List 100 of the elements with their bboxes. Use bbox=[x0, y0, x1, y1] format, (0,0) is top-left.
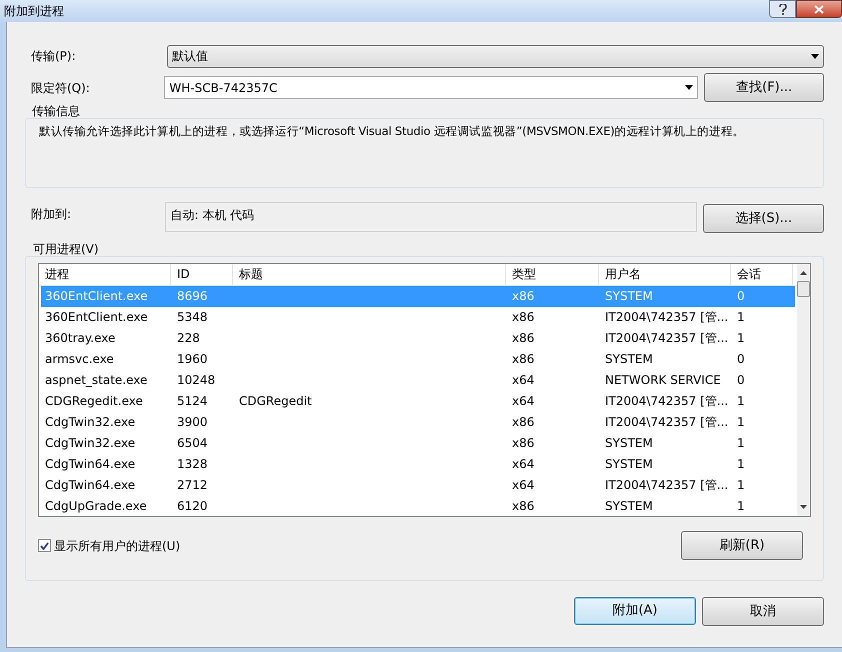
table-cell: x64 bbox=[512, 456, 534, 471]
refresh-button[interactable]: 刷新(R) bbox=[681, 531, 803, 560]
table-cell: 6120 bbox=[177, 498, 208, 513]
table-cell: CDGRegedit bbox=[239, 394, 312, 408]
scroll-down-icon[interactable] bbox=[800, 505, 807, 509]
table-cell: 1 bbox=[737, 436, 745, 450]
table-cell: CDGRegedit.exe bbox=[45, 394, 143, 408]
table-cell: 8696 bbox=[177, 289, 208, 304]
table-cell: x86 bbox=[512, 498, 534, 513]
table-cell: x64 bbox=[512, 478, 534, 492]
table-cell: SYSTEM bbox=[605, 436, 653, 450]
process-row[interactable]: 360tray.exe 228 x86 IT2004\742357 [管... 1 bbox=[41, 328, 795, 349]
process-row[interactable]: aspnet_state.exe 10248 x64 NETWORK SERVICE 0 bbox=[41, 370, 795, 391]
table-cell: armsvc.exe bbox=[45, 352, 114, 366]
process-row[interactable]: CdgTwin32.exe 3900 x86 IT2004\742357 [管... 1 bbox=[41, 411, 795, 432]
table-cell: SYSTEM bbox=[605, 352, 653, 366]
table-cell: 0 bbox=[737, 352, 745, 366]
help-icon bbox=[778, 4, 786, 14]
find-button[interactable]: 查找(F)... bbox=[704, 73, 824, 102]
cancel-button[interactable]: 取消 bbox=[702, 597, 824, 626]
column-header[interactable]: 进程 bbox=[39, 264, 171, 285]
table-cell: IT2004\742357 [管... bbox=[605, 394, 728, 408]
scrollbar[interactable] bbox=[797, 264, 810, 516]
process-row[interactable]: CdgUpGrade.exe 6120 x86 SYSTEM 1 bbox=[41, 495, 795, 516]
table-cell: x86 bbox=[512, 289, 534, 304]
table-cell: IT2004\742357 [管... bbox=[605, 310, 728, 324]
table-cell: 10248 bbox=[177, 373, 216, 388]
table-cell: 360EntClient.exe bbox=[45, 289, 148, 304]
close-icon bbox=[814, 4, 824, 14]
table-cell: SYSTEM bbox=[605, 456, 653, 471]
table-cell: 1 bbox=[737, 456, 745, 471]
dropdown-caret-icon bbox=[811, 54, 819, 58]
table-cell: SYSTEM bbox=[605, 498, 653, 513]
process-row[interactable]: CdgTwin32.exe 6504 x86 SYSTEM 1 bbox=[41, 432, 795, 454]
field-label: 附加到: bbox=[30, 206, 72, 223]
group-title: 可用进程(V) bbox=[32, 242, 100, 256]
checkbox-label: 显示所有用户的进程(U) bbox=[54, 538, 180, 554]
process-row[interactable]: CdgTwin64.exe 2712 x64 IT2004\742357 [管... 1 bbox=[41, 474, 795, 496]
table-cell: 5348 bbox=[177, 310, 208, 324]
column-header[interactable]: 类型 bbox=[506, 264, 599, 285]
table-cell: 1 bbox=[737, 498, 745, 513]
column-header[interactable]: 标题 bbox=[233, 264, 506, 285]
process-row[interactable]: CDGRegedit.exe 5124 CDGRegedit x64 IT2004\742357 [管... 1 bbox=[41, 390, 795, 412]
table-cell: 1 bbox=[737, 414, 745, 429]
table-cell: CdgUpGrade.exe bbox=[45, 498, 147, 513]
scroll-thumb[interactable] bbox=[797, 281, 810, 297]
help-button[interactable] bbox=[769, 0, 796, 18]
table-cell: 1328 bbox=[177, 456, 208, 471]
field-label: 传输(P): bbox=[30, 48, 77, 65]
table-cell: 360EntClient.exe bbox=[45, 310, 148, 324]
table-cell: 1960 bbox=[177, 352, 208, 366]
table-cell: 0 bbox=[737, 373, 745, 388]
info-text: 默认传输允许选择此计算机上的进程，或选择运行“Microsoft Visual Studio 远程调试监视器”(MSVSMON.EXE)的远程计算机上的进程。 bbox=[39, 123, 746, 140]
table-cell: 1 bbox=[737, 478, 745, 492]
table-cell: 1 bbox=[737, 310, 745, 324]
table-cell: 6504 bbox=[177, 436, 208, 450]
table-cell: x64 bbox=[512, 373, 534, 388]
attach-to-field: 自动: 本机 代码 bbox=[165, 202, 698, 232]
select-button[interactable]: 选择(S)... bbox=[703, 204, 824, 233]
table-cell: 0 bbox=[737, 289, 745, 304]
table-cell: x86 bbox=[512, 436, 534, 450]
window-title: 附加到进程 bbox=[4, 3, 64, 20]
table-cell: x86 bbox=[512, 331, 534, 346]
table-cell: 1 bbox=[737, 394, 745, 408]
table-cell: 3900 bbox=[177, 414, 208, 429]
check-icon bbox=[40, 542, 49, 550]
table-cell: 1 bbox=[737, 331, 745, 346]
table-cell: IT2004\742357 [管... bbox=[605, 331, 728, 346]
table-cell: IT2004\742357 [管... bbox=[605, 478, 728, 492]
table-cell: 5124 bbox=[177, 394, 208, 408]
column-header[interactable]: ID bbox=[171, 264, 233, 285]
scroll-up-icon[interactable] bbox=[800, 271, 807, 275]
dropdown-caret-icon bbox=[685, 85, 694, 90]
show-all-checkbox[interactable] bbox=[38, 539, 51, 552]
table-cell: 360tray.exe bbox=[45, 331, 116, 346]
table-cell: IT2004\742357 [管... bbox=[605, 414, 728, 429]
column-header[interactable]: 会话 bbox=[731, 264, 793, 285]
close-button[interactable] bbox=[796, 0, 842, 18]
table-cell: x86 bbox=[512, 310, 534, 324]
table-cell: NETWORK SERVICE bbox=[605, 373, 721, 388]
attach-button[interactable]: 附加(A) bbox=[574, 597, 696, 625]
table-cell: 228 bbox=[177, 331, 200, 346]
process-row[interactable]: CdgTwin64.exe 1328 x64 SYSTEM 1 bbox=[41, 453, 795, 474]
table-cell: x86 bbox=[512, 414, 534, 429]
qualifier-combobox[interactable]: WH-SCB-742357C bbox=[164, 76, 698, 99]
process-row[interactable]: 360EntClient.exe 5348 x86 IT2004\742357 [管... 1 bbox=[41, 306, 795, 328]
field-label: 限定符(Q): bbox=[30, 80, 91, 96]
table-cell: x86 bbox=[512, 352, 534, 366]
table-cell: CdgTwin32.exe bbox=[45, 436, 136, 450]
table-cell: CdgTwin32.exe bbox=[45, 414, 136, 429]
table-cell: SYSTEM bbox=[605, 289, 653, 304]
table-cell: CdgTwin64.exe bbox=[45, 478, 136, 492]
table-cell: aspnet_state.exe bbox=[45, 373, 148, 388]
table-cell: CdgTwin64.exe bbox=[45, 456, 136, 471]
table-cell: x64 bbox=[512, 394, 534, 408]
transport-dropdown[interactable]: 默认值 bbox=[167, 44, 824, 68]
group-title: 传输信息 bbox=[31, 104, 81, 118]
process-row[interactable]: armsvc.exe 1960 x86 SYSTEM 0 bbox=[41, 348, 795, 370]
table-cell: 2712 bbox=[177, 478, 208, 492]
column-header[interactable]: 用户名 bbox=[599, 264, 731, 285]
